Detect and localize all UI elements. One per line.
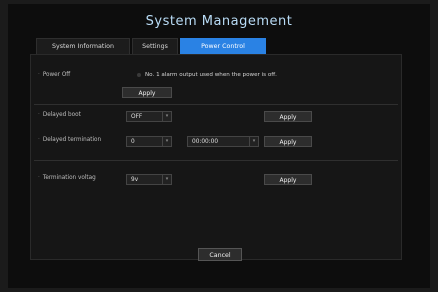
tab-settings[interactable]: Settings bbox=[132, 38, 178, 54]
chevron-down-icon: ▾ bbox=[162, 175, 171, 184]
delayed-termination-value: 0 bbox=[131, 139, 135, 145]
termination-voltage-apply-button[interactable]: Apply bbox=[264, 174, 312, 185]
power-off-row-label: · Power Off bbox=[38, 72, 70, 78]
bullet-icon: · bbox=[38, 72, 40, 78]
termination-voltage-label: Termination voltag bbox=[42, 175, 96, 181]
delayed-boot-row-label: · Delayed boot bbox=[38, 112, 81, 118]
termination-voltage-value: 9v bbox=[131, 177, 139, 183]
termination-voltage-select[interactable]: 9v ▾ bbox=[126, 174, 172, 185]
tab-power-control[interactable]: Power Control bbox=[180, 38, 266, 54]
page-title: System Management bbox=[145, 14, 293, 29]
delayed-termination-row-label: · Delayed termination bbox=[38, 137, 101, 143]
chevron-down-icon: ▾ bbox=[249, 137, 258, 146]
tab-bar: System Information Settings Power Contro… bbox=[36, 38, 268, 54]
delayed-boot-value: OFF bbox=[131, 114, 143, 120]
bullet-icon: · bbox=[38, 137, 40, 143]
divider bbox=[34, 160, 398, 161]
cancel-button[interactable]: Cancel bbox=[198, 248, 242, 261]
chevron-down-icon: ▾ bbox=[162, 137, 171, 146]
termination-voltage-row-label: · Termination voltag bbox=[38, 175, 96, 181]
delayed-termination-label: Delayed termination bbox=[42, 137, 102, 143]
delayed-boot-label: Delayed boot bbox=[42, 112, 81, 118]
power-off-note-text: No. 1 alarm output used when the power i… bbox=[145, 72, 277, 78]
divider bbox=[34, 104, 398, 105]
delayed-termination-apply-button[interactable]: Apply bbox=[264, 136, 312, 147]
power-off-apply-button[interactable]: Apply bbox=[122, 87, 172, 98]
delayed-termination-time-field[interactable]: 00:00:00 ▾ bbox=[187, 136, 259, 147]
power-off-note[interactable]: No. 1 alarm output used when the power i… bbox=[137, 72, 277, 78]
tab-system-information[interactable]: System Information bbox=[36, 38, 130, 54]
delayed-termination-time-value: 00:00:00 bbox=[192, 139, 219, 145]
bullet-icon: · bbox=[38, 175, 40, 181]
delayed-termination-select[interactable]: 0 ▾ bbox=[126, 136, 172, 147]
chevron-down-icon: ▾ bbox=[162, 112, 171, 121]
content-area bbox=[30, 54, 402, 260]
bullet-icon: · bbox=[38, 112, 40, 118]
radio-icon[interactable] bbox=[137, 72, 141, 77]
delayed-boot-select[interactable]: OFF ▾ bbox=[126, 111, 172, 122]
delayed-boot-apply-button[interactable]: Apply bbox=[264, 111, 312, 122]
power-off-label: Power Off bbox=[42, 72, 71, 78]
